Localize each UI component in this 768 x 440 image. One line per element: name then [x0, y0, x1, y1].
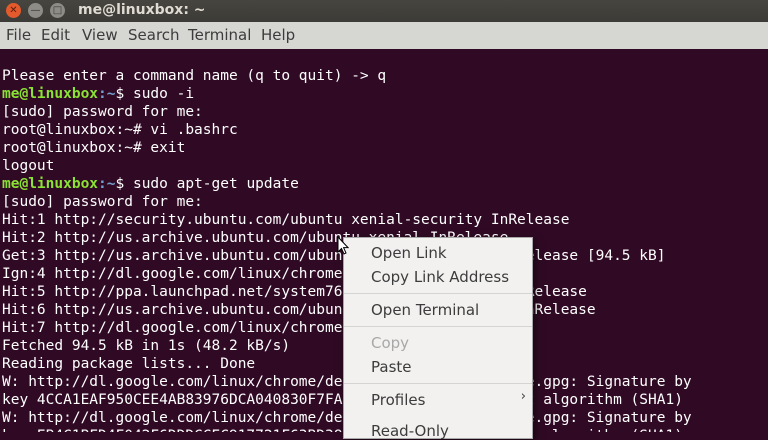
menu-help[interactable]: Help — [261, 26, 295, 44]
line-text: root@linuxbox:~# vi .bashrc — [2, 122, 238, 138]
menu-separator — [344, 293, 532, 294]
menu-open-link[interactable]: Open Link — [371, 244, 447, 262]
prompt-user: me@linuxbox — [2, 176, 99, 192]
menu-bar: File Edit View Search Terminal Help — [0, 22, 768, 50]
terminal-line: logout — [2, 157, 692, 175]
menu-separator — [344, 326, 532, 327]
menu-edit[interactable]: Edit — [41, 26, 70, 44]
terminal-line: Please enter a command name (q to quit) … — [2, 67, 692, 85]
line-text: logout — [2, 158, 55, 174]
context-menu: Open Link Copy Link Address Open Termina… — [343, 237, 533, 440]
window-title: me@linuxbox: ~ — [78, 2, 206, 18]
menu-read-only[interactable]: Read-Only — [371, 422, 449, 440]
minimize-window-button[interactable]: — — [28, 3, 43, 18]
menu-view[interactable]: View — [82, 26, 118, 44]
menu-paste[interactable]: Paste — [371, 358, 412, 376]
close-window-button[interactable]: ✕ — [6, 3, 21, 18]
terminal-line: root@linuxbox:~# exit — [2, 139, 692, 157]
title-bar: ✕ — □ me@linuxbox: ~ — [0, 0, 768, 22]
line-text: Please enter a command name (q to quit) … — [2, 68, 387, 84]
terminal-line: [sudo] password for me: — [2, 103, 692, 121]
prompt-path: :~ — [98, 176, 116, 192]
line-text: Hit:1 http://security.ubuntu.com/ubuntu … — [2, 212, 570, 228]
menu-copy: Copy — [371, 334, 410, 352]
line-text: Get:3 http://us.archive.ubuntu.com/ubunt… — [2, 248, 666, 264]
terminal-line: root@linuxbox:~# vi .bashrc — [2, 121, 692, 139]
terminal-line: Hit:1 http://security.ubuntu.com/ubuntu … — [2, 211, 692, 229]
mouse-pointer-icon — [337, 236, 349, 255]
submenu-arrow-icon: › — [520, 389, 526, 404]
menu-search[interactable]: Search — [128, 26, 180, 44]
maximize-window-button[interactable]: □ — [50, 3, 65, 18]
line-text: $ sudo -i — [115, 86, 195, 102]
menu-profiles[interactable]: Profiles — [371, 391, 425, 409]
line-text: [sudo] password for me: — [2, 194, 203, 210]
prompt-user: me@linuxbox — [2, 86, 99, 102]
menu-separator — [344, 383, 532, 384]
terminal-line: me@linuxbox:~$ sudo apt-get update — [2, 175, 692, 193]
terminal-line: [sudo] password for me: — [2, 193, 692, 211]
prompt-path: :~ — [98, 86, 116, 102]
menu-file[interactable]: File — [6, 26, 31, 44]
menu-copy-link-address[interactable]: Copy Link Address — [371, 268, 509, 286]
menu-terminal[interactable]: Terminal — [188, 26, 251, 44]
line-text: root@linuxbox:~# exit — [2, 140, 186, 156]
menu-open-terminal[interactable]: Open Terminal — [371, 301, 479, 319]
terminal-line: me@linuxbox:~$ sudo -i — [2, 85, 692, 103]
line-text: $ sudo apt-get update — [115, 176, 299, 192]
line-text: Fetched 94.5 kB in 1s (48.2 kB/s) — [2, 338, 291, 354]
line-text: Reading package lists... Done — [2, 356, 256, 372]
line-text: [sudo] password for me: — [2, 104, 203, 120]
